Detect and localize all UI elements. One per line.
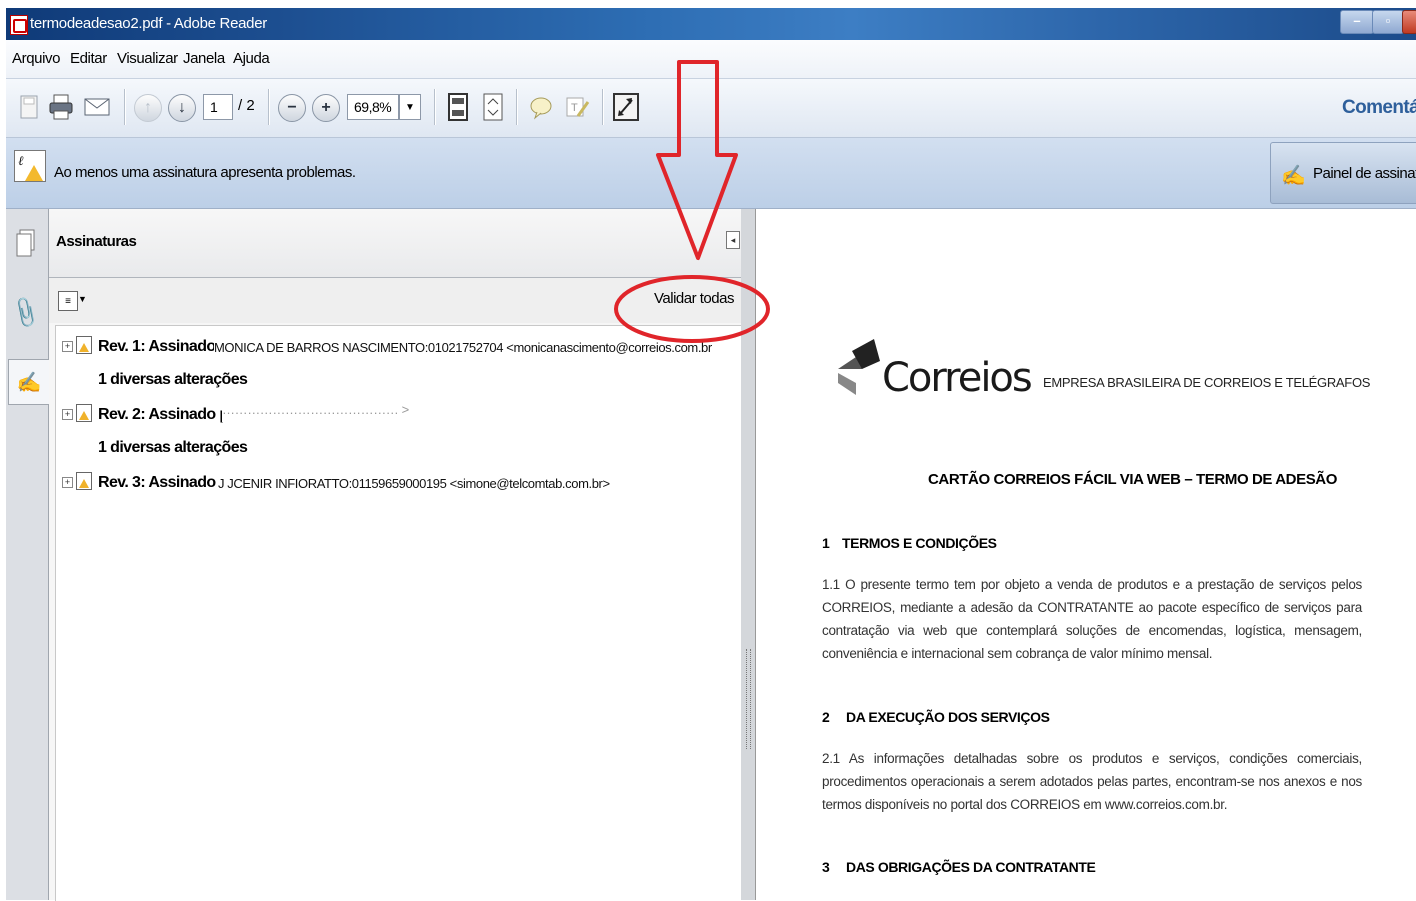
annotation-ellipse [614,275,770,343]
annotation-overlay [614,60,770,343]
annotation-arrow [656,60,738,260]
